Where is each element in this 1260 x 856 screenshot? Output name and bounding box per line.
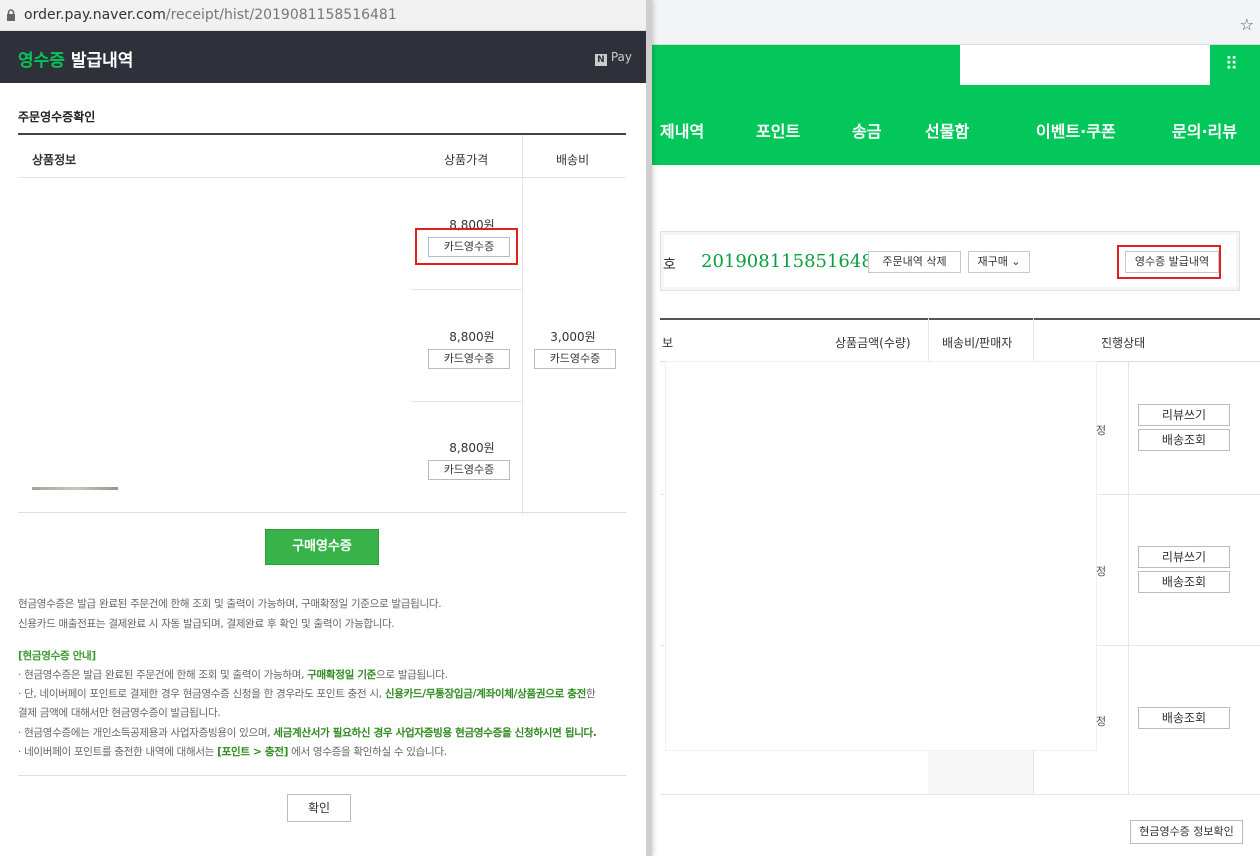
npay-n-icon: N [594, 54, 607, 66]
header-status: 진행상태 [1101, 336, 1146, 350]
tracking-button[interactable]: 배송조회 [1138, 707, 1230, 729]
card-receipt-button[interactable]: 카드영수증 [428, 460, 510, 480]
product-thumbnail [32, 487, 118, 490]
header-amount: 상품금액(수량) [835, 336, 911, 350]
info-line: 신용카드 매출전표는 결제완료 시 자동 발급되며, 결제완료 후 확인 및 출… [18, 618, 395, 630]
lock-icon [7, 9, 15, 21]
apps-grid-icon[interactable]: ⠿ [1225, 54, 1238, 75]
card-receipt-button[interactable]: 카드영수증 [428, 349, 510, 369]
title-highlight: 영수증 [18, 51, 65, 71]
product-price: 8,800원 [449, 330, 495, 344]
guide-bullet: 결제 금액에 대해서만 현금영수증이 발급됩니다. [18, 707, 221, 719]
popup-address-bar[interactable]: order.pay.naver.com/receipt/hist/2019081… [0, 0, 646, 31]
shipping-card-receipt-button[interactable]: 카드영수증 [534, 349, 616, 369]
product-info-area [666, 362, 1096, 750]
guide-bullet: · 네이버페이 포인트를 충전한 내역에 대해서는 [포인트 > 충전] 에서 … [18, 746, 447, 758]
tracking-button[interactable]: 배송조회 [1138, 571, 1230, 593]
review-button[interactable]: 리뷰쓰기 [1138, 546, 1230, 568]
bookmark-star-icon[interactable]: ☆ [1240, 15, 1254, 34]
nav-item-gifts[interactable]: 선물함 [925, 118, 969, 142]
nav-item-points[interactable]: 포인트 [756, 118, 800, 142]
order-number-label: 호 [663, 257, 676, 273]
popup-title: 영수증 발급내역 [18, 46, 133, 71]
header-shipping-fee: 배송비 [556, 153, 590, 167]
nav-item-inquiry-review[interactable]: 문의·리뷰 [1172, 118, 1237, 142]
header-partial: 보 [662, 336, 674, 350]
url-path: /receipt/hist/2019081158516481 [165, 7, 397, 23]
highlight-receipt-history [1117, 245, 1221, 279]
nav-item-transfer[interactable]: 송금 [852, 118, 881, 142]
status-text: 정 [1096, 424, 1107, 437]
purchase-receipt-button[interactable]: 구매영수증 [265, 529, 379, 565]
popup-header: 영수증 발급내역 N Pay [0, 31, 646, 83]
guide-bullet: · 현금영수증은 발급 완료된 주문건에 한해 조회 및 출력이 가능하며, 구… [18, 669, 448, 681]
receipt-table: 상품정보 상품가격 배송비 8,800원 카드영수증 8,800원 카드영수증 … [18, 133, 626, 515]
header-product-price: 상품가격 [444, 153, 489, 167]
delete-order-button[interactable]: 주문내역 삭제 [868, 251, 961, 273]
cash-receipt-info-button[interactable]: 현금영수증 정보확인 [1130, 820, 1243, 844]
header-product-info: 상품정보 [32, 153, 77, 167]
tracking-button[interactable]: 배송조회 [1138, 429, 1230, 451]
guide-bullet: · 현금영수증에는 개인소득공제용과 사업자증빙용이 있으며, 세금계산서가 필… [18, 727, 597, 739]
nav-item-events-coupons[interactable]: 이벤트·쿠폰 [1036, 118, 1116, 142]
confirm-button[interactable]: 확인 [287, 794, 351, 822]
status-text: 정 [1096, 565, 1107, 578]
order-number: 2019081158516481 [701, 251, 885, 272]
highlight-card-receipt [415, 228, 518, 265]
title-rest: 발급내역 [64, 51, 134, 71]
url-host: order.pay.naver.com [24, 7, 166, 23]
divider [18, 775, 626, 776]
receipt-popup: order.pay.naver.com/receipt/hist/2019081… [0, 0, 652, 856]
section-title: 주문영수증확인 [18, 110, 96, 124]
cash-receipt-guide-heading: [현금영수증 안내] [18, 650, 96, 662]
info-line: 현금영수증은 발급 완료된 주문건에 한해 조회 및 출력이 가능하며, 구매확… [18, 598, 442, 610]
review-button[interactable]: 리뷰쓰기 [1138, 404, 1230, 426]
npay-logo: N Pay [594, 50, 632, 66]
header-shipping-seller: 배송비/판매자 [942, 336, 1013, 350]
reorder-button[interactable]: 재구매 ⌄ [968, 251, 1030, 273]
product-price: 8,800원 [449, 441, 495, 455]
shipping-price: 3,000원 [550, 330, 596, 344]
guide-bullet: · 단, 네이버페이 포인트로 결제한 경우 현금영수증 신청을 한 경우라도 … [18, 688, 596, 700]
order-table-header: 보 상품금액(수량) 배송비/판매자 진행상태 [660, 318, 1260, 362]
url-text: order.pay.naver.com/receipt/hist/2019081… [24, 7, 397, 23]
nav-item-payments[interactable]: 제내역 [660, 118, 704, 142]
status-text: 정 [1096, 715, 1107, 728]
search-box[interactable] [960, 45, 1210, 85]
